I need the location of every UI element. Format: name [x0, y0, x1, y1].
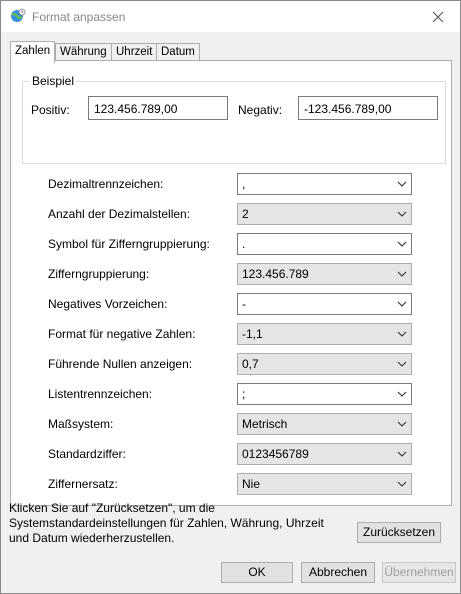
list-separator-combo[interactable]: ;: [237, 383, 412, 405]
tab-panel: Beispiel Positiv: 123.456.789,00 Negativ…: [10, 60, 452, 506]
chevron-down-icon: [397, 241, 407, 247]
sample-group-title: Beispiel: [30, 74, 77, 88]
negative-sample-field: -123.456.789,00: [298, 96, 438, 120]
group-symbol-combo[interactable]: .: [237, 233, 412, 255]
tab-uhrzeit[interactable]: Uhrzeit: [111, 43, 158, 61]
tab-waehrung[interactable]: Währung: [55, 43, 112, 61]
chevron-down-icon: [397, 361, 407, 367]
chevron-down-icon: [397, 211, 407, 217]
chevron-down-icon: [397, 271, 407, 277]
digit-grouping-label: Zifferngruppierung:: [48, 267, 150, 281]
digit-grouping-select[interactable]: 123.456.789: [237, 263, 412, 285]
tab-zahlen[interactable]: Zahlen: [10, 41, 56, 63]
leading-zeros-label: Führende Nullen anzeigen:: [48, 357, 193, 371]
measurement-system-label: Maßsystem:: [48, 417, 114, 431]
sample-group: Beispiel Positiv: 123.456.789,00 Negativ…: [22, 74, 446, 164]
chevron-down-icon: [397, 421, 407, 427]
chevron-down-icon: [397, 181, 407, 187]
negative-label: Negativ:: [238, 103, 283, 117]
chevron-down-icon: [397, 451, 407, 457]
digit-substitution-select[interactable]: Nie: [237, 473, 412, 495]
title-bar[interactable]: Format anpassen: [1, 1, 460, 32]
positive-label: Positiv:: [31, 103, 70, 117]
chevron-down-icon: [397, 331, 407, 337]
chevron-down-icon: [397, 391, 407, 397]
dialog-window: Format anpassen Zahlen Währung Uhrzeit D…: [0, 0, 461, 594]
negative-format-label: Format für negative Zahlen:: [48, 327, 196, 341]
chevron-down-icon: [397, 301, 407, 307]
cancel-button[interactable]: Abbrechen: [301, 562, 375, 583]
standard-digits-label: Standardziffer:: [48, 447, 126, 461]
negative-format-select[interactable]: -1,1: [237, 323, 412, 345]
negative-sign-combo[interactable]: -: [237, 293, 412, 315]
digit-substitution-label: Ziffernersatz:: [48, 477, 118, 491]
standard-digits-select[interactable]: 0123456789: [237, 443, 412, 465]
chevron-down-icon: [397, 481, 407, 487]
leading-zeros-select[interactable]: 0,7: [237, 353, 412, 375]
negative-sign-label: Negatives Vorzeichen:: [48, 297, 168, 311]
positive-sample-field: 123.456.789,00: [88, 96, 228, 120]
measurement-system-select[interactable]: Metrisch: [237, 413, 412, 435]
decimal-separator-combo[interactable]: ,: [237, 173, 412, 195]
ok-button[interactable]: OK: [221, 562, 293, 583]
list-separator-label: Listentrennzeichen:: [48, 387, 153, 401]
close-icon: [432, 11, 444, 22]
apply-button[interactable]: Übernehmen: [382, 562, 456, 583]
decimal-separator-label: Dezimaltrennzeichen:: [48, 177, 164, 191]
decimal-places-select[interactable]: 2: [237, 203, 412, 225]
reset-info-text: Klicken Sie auf "Zurücksetzen", um die S…: [9, 501, 324, 545]
decimal-places-label: Anzahl der Dezimalstellen:: [48, 207, 191, 221]
globe-clock-icon: [11, 8, 26, 22]
window-title: Format anpassen: [32, 10, 126, 24]
reset-button[interactable]: Zurücksetzen: [357, 522, 441, 543]
group-symbol-label: Symbol für Zifferngruppierung:: [48, 237, 210, 251]
tab-datum[interactable]: Datum: [156, 43, 200, 61]
close-button[interactable]: [416, 1, 460, 32]
